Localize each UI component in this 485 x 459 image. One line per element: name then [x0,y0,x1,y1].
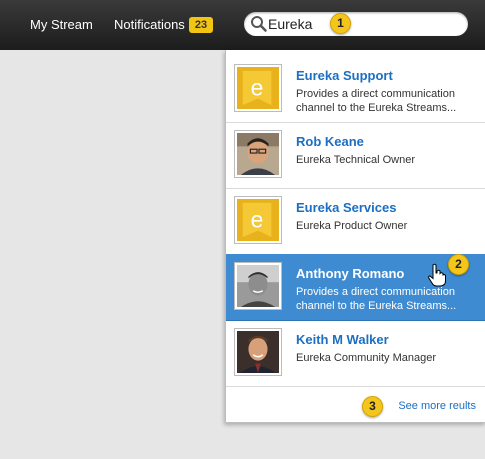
nav-my-stream[interactable]: My Stream [30,17,93,32]
person-photo-avatar [234,328,282,376]
search-input[interactable] [268,14,458,34]
search-result-item[interactable]: Rob Keane Eureka Technical Owner [226,122,485,189]
search-result-item[interactable]: Keith M Walker Eureka Community Manager [226,320,485,387]
callout-badge-1: 1 [330,13,351,34]
search-results-dropdown: e Eureka Support Provides a direct commu… [225,50,485,423]
svg-text:e: e [251,75,264,101]
result-description: Provides a direct communication channel … [296,88,457,114]
result-name[interactable]: Keith M Walker [296,332,389,347]
person-photo-avatar [234,262,282,310]
notifications-count-badge[interactable]: 23 [189,17,213,33]
search-box[interactable] [244,12,468,36]
eureka-logo-avatar: e [234,196,282,244]
result-description: Eureka Community Manager [296,352,437,364]
result-description: Provides a direct communication channel … [296,286,457,312]
result-name[interactable]: Anthony Romano [296,266,404,281]
eureka-logo-avatar: e [234,64,282,112]
person-photo-avatar [234,130,282,178]
see-more-results-link[interactable]: See more reults [398,400,476,412]
result-name[interactable]: Eureka Support [296,68,393,83]
result-name[interactable]: Rob Keane [296,134,364,149]
svg-text:e: e [251,207,264,233]
top-nav-bar: My Stream Notifications 23 1 [0,0,485,50]
search-result-item[interactable]: e Eureka Support Provides a direct commu… [226,56,485,123]
search-icon [251,16,267,32]
result-description: Eureka Technical Owner [296,154,416,166]
callout-badge-3: 3 [362,396,383,417]
nav-notifications[interactable]: Notifications [114,17,185,32]
hand-cursor-icon [428,263,446,287]
results-footer: See more reults [226,390,485,422]
result-name[interactable]: Eureka Services [296,200,396,215]
search-result-item[interactable]: e Eureka Services Eureka Product Owner [226,188,485,255]
callout-badge-2: 2 [448,254,469,275]
result-description: Eureka Product Owner [296,220,408,232]
